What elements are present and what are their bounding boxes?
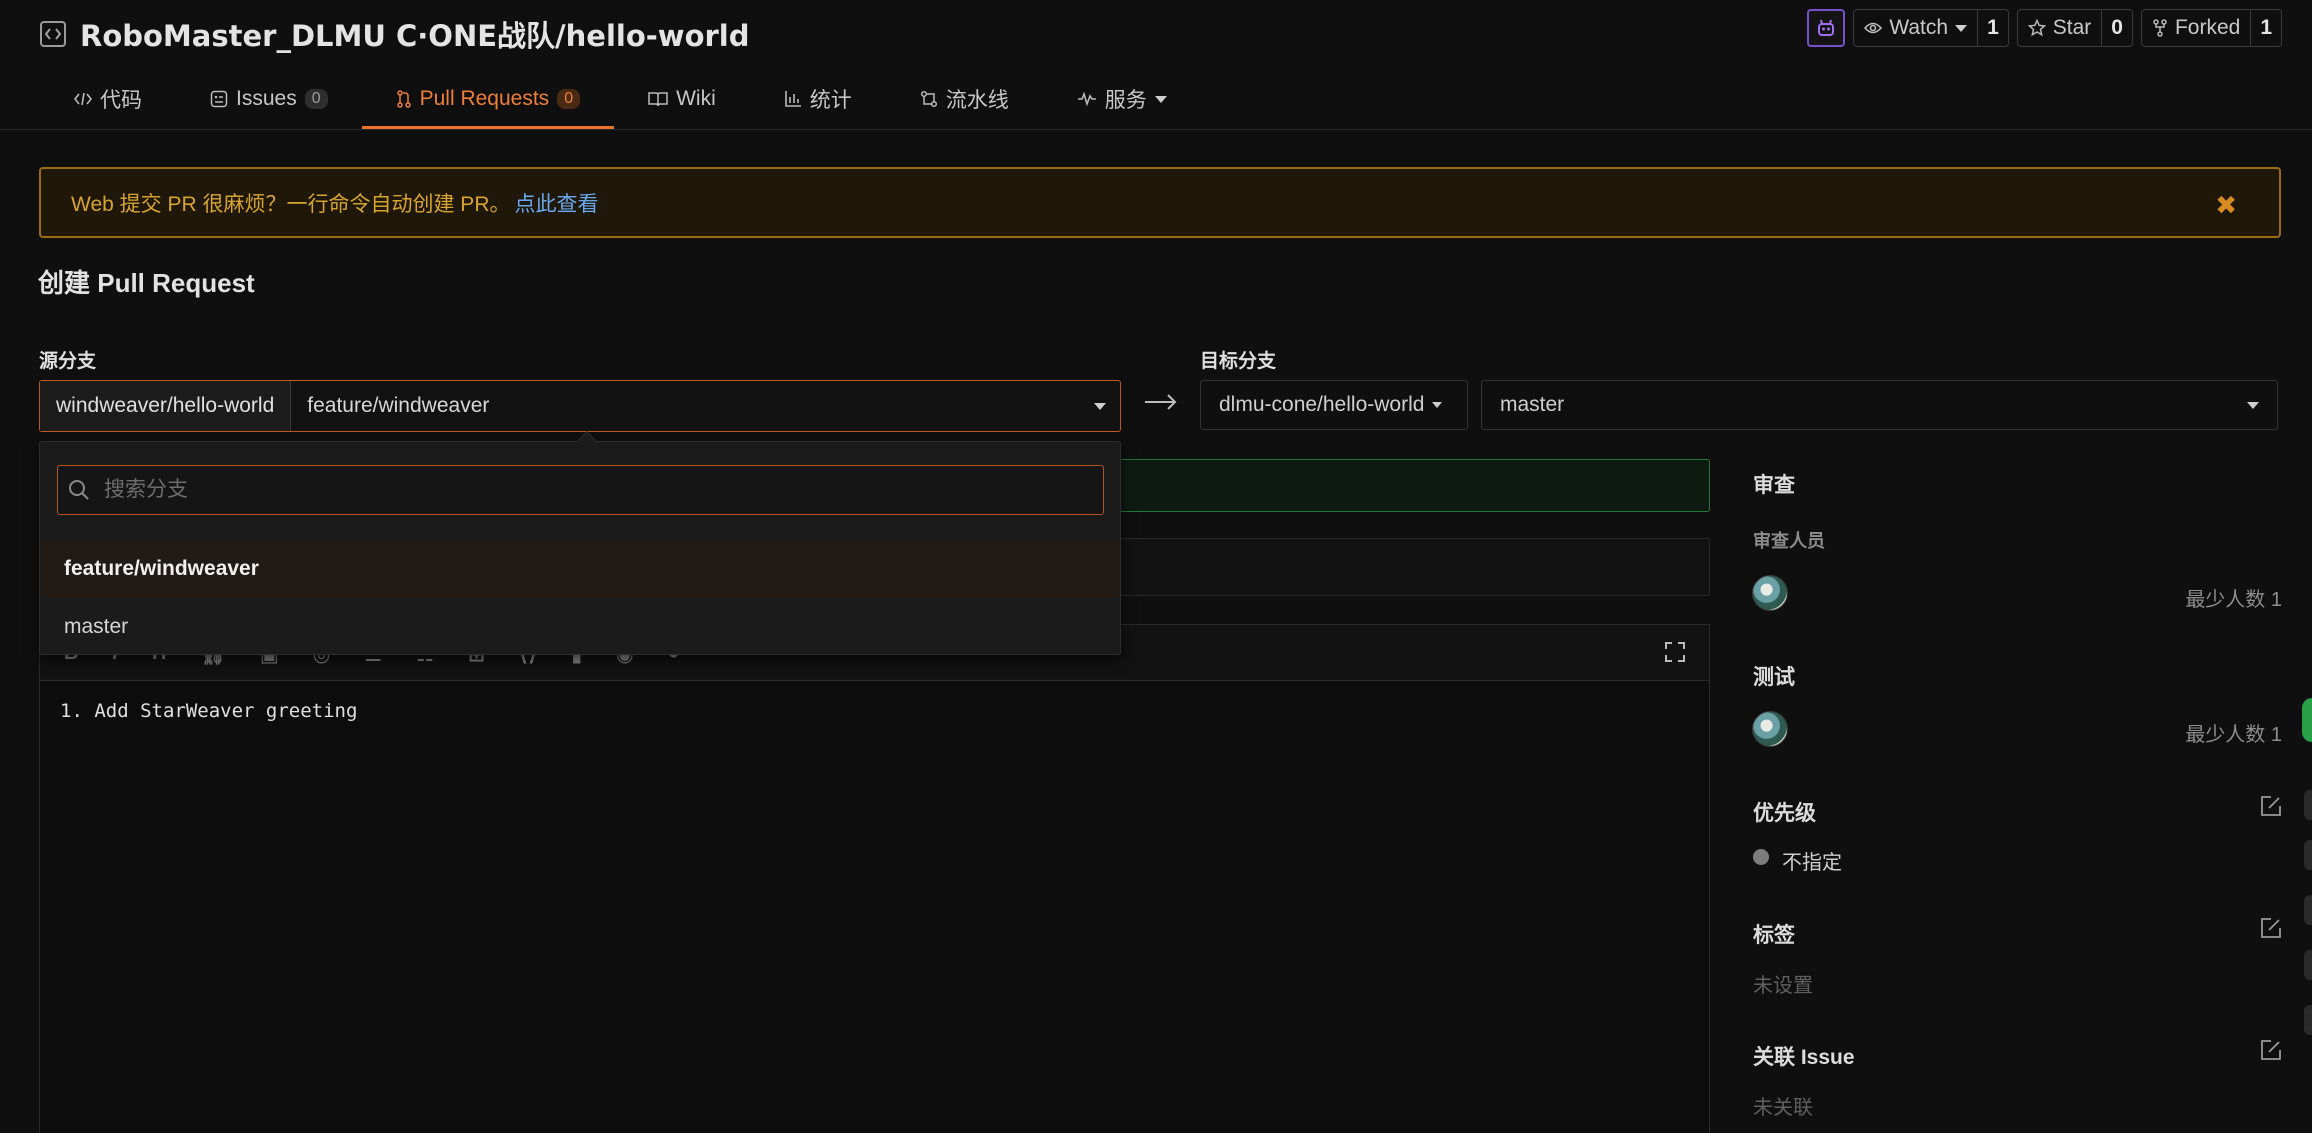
watch-count[interactable]: 1 bbox=[1977, 10, 2008, 46]
ai-assistant-button[interactable] bbox=[1807, 9, 1846, 47]
side-rail-item[interactable] bbox=[2304, 950, 2312, 980]
source-branch-selector[interactable]: windweaver/hello-world feature/windweave… bbox=[39, 380, 1121, 432]
repo-header: RoboMaster_DLMU C·ONE战队/hello-world bbox=[40, 14, 750, 54]
branch-option-master[interactable]: master bbox=[40, 598, 1120, 656]
fork-icon bbox=[2153, 19, 2167, 37]
tab-services[interactable]: 服务 bbox=[1043, 68, 1201, 130]
book-icon bbox=[648, 92, 668, 107]
side-rail-item[interactable] bbox=[2304, 895, 2312, 925]
eye-icon bbox=[1864, 22, 1883, 34]
edit-linked-issue-icon[interactable] bbox=[2260, 1039, 2282, 1061]
code-repo-icon bbox=[40, 21, 66, 47]
watch-button[interactable]: Watch 1 bbox=[1853, 9, 2009, 47]
branch-search-field[interactable] bbox=[57, 465, 1104, 515]
star-count[interactable]: 0 bbox=[2101, 10, 2132, 46]
reviewers-label: 审查人员 bbox=[1753, 531, 1825, 551]
close-icon[interactable]: ✖ bbox=[2215, 190, 2237, 221]
tester-min-count: 最少人数 1 bbox=[2185, 724, 2282, 746]
robot-icon bbox=[1818, 19, 1835, 36]
branch-option-feature-windweaver[interactable]: feature/windweaver bbox=[40, 540, 1120, 598]
chevron-down-icon bbox=[1154, 95, 1167, 103]
source-branch-label: 源分支 bbox=[39, 351, 97, 372]
linked-issue-value: 未关联 bbox=[1753, 1097, 1813, 1119]
tab-pipeline[interactable]: 流水线 bbox=[886, 68, 1043, 130]
target-branch-label: 目标分支 bbox=[1200, 351, 1277, 372]
reviewer-min-count: 最少人数 1 bbox=[2185, 589, 2282, 611]
side-rail-item[interactable] bbox=[2304, 790, 2312, 820]
tab-stats[interactable]: 统计 bbox=[750, 68, 886, 130]
banner-link[interactable]: 点此查看 bbox=[514, 188, 598, 218]
forked-label: Forked bbox=[2174, 16, 2241, 39]
tab-label: Pull Requests bbox=[419, 87, 550, 110]
fullscreen-icon[interactable] bbox=[1665, 642, 1685, 662]
labels-title: 标签 bbox=[1753, 924, 1795, 947]
test-title: 测试 bbox=[1753, 666, 1795, 689]
header-divider bbox=[0, 129, 2312, 130]
tab-label: Issues bbox=[236, 87, 297, 110]
search-icon bbox=[69, 480, 89, 500]
tab-pull-requests[interactable]: Pull Requests 0 bbox=[361, 68, 615, 130]
tab-wiki[interactable]: Wiki bbox=[614, 68, 750, 130]
star-label: Star bbox=[2052, 16, 2092, 39]
tab-issues[interactable]: Issues 0 bbox=[176, 68, 362, 130]
tab-label: 代码 bbox=[100, 89, 142, 112]
watch-label: Watch bbox=[1889, 16, 1949, 39]
edit-priority-icon[interactable] bbox=[2260, 795, 2282, 817]
branch-search-input[interactable] bbox=[104, 478, 1004, 502]
fork-button[interactable]: Forked 1 bbox=[2140, 9, 2282, 47]
pr-count-badge: 0 bbox=[557, 89, 581, 109]
side-rail-item[interactable] bbox=[2304, 840, 2312, 870]
pull-request-icon bbox=[396, 90, 411, 108]
tab-label: 统计 bbox=[809, 89, 852, 112]
repo-actions: Watch 1 Star 0 Forked 1 bbox=[1807, 9, 2282, 47]
pulse-icon bbox=[1077, 92, 1096, 106]
target-repo-value: dlmu-cone/hello-world bbox=[1219, 393, 1425, 416]
issues-count-badge: 0 bbox=[304, 89, 328, 109]
chevron-down-icon bbox=[1094, 403, 1106, 410]
tab-code[interactable]: 代码 bbox=[40, 68, 176, 130]
cli-tip-banner: Web 提交 PR 很麻烦？一行命令自动创建 PR。 点此查看 ✖ bbox=[39, 167, 2281, 238]
linked-issue-title: 关联 Issue bbox=[1753, 1046, 1855, 1069]
chevron-down-icon bbox=[2247, 402, 2259, 409]
tab-label: Wiki bbox=[676, 87, 716, 110]
side-rail-item[interactable] bbox=[2304, 1005, 2312, 1035]
code-icon bbox=[74, 92, 92, 106]
star-icon bbox=[2027, 19, 2046, 37]
floating-status-indicator[interactable] bbox=[2302, 698, 2312, 742]
repo-title[interactable]: RoboMaster_DLMU C·ONE战队/hello-world bbox=[80, 13, 750, 55]
page-title: 创建 Pull Request bbox=[38, 268, 255, 298]
target-branch-select[interactable]: master bbox=[1481, 380, 2278, 430]
banner-text: Web 提交 PR 很麻烦？一行命令自动创建 PR。 bbox=[71, 192, 511, 216]
pipeline-icon bbox=[920, 90, 937, 108]
repo-tabs: 代码 Issues 0 Pull Requests 0 Wiki 统计 流水线 … bbox=[40, 68, 1201, 130]
bar-chart-icon bbox=[784, 91, 801, 107]
edit-labels-icon[interactable] bbox=[2260, 917, 2282, 939]
issue-icon bbox=[210, 90, 228, 108]
tab-label: 流水线 bbox=[945, 89, 1009, 112]
star-button[interactable]: Star 0 bbox=[2016, 9, 2133, 47]
source-branch-value: feature/windweaver bbox=[307, 394, 490, 417]
arrow-right-icon bbox=[1144, 393, 1178, 411]
chevron-down-icon bbox=[1432, 402, 1443, 408]
target-branch-value: master bbox=[1500, 393, 1565, 416]
editor-content[interactable]: 1. Add StarWeaver greeting bbox=[60, 700, 357, 722]
priority-dot bbox=[1753, 849, 1769, 865]
priority-title: 优先级 bbox=[1753, 802, 1816, 825]
review-title: 审查 bbox=[1753, 474, 1795, 497]
target-repo-select[interactable]: dlmu-cone/hello-world bbox=[1200, 380, 1468, 430]
avatar[interactable] bbox=[1752, 711, 1788, 747]
priority-value: 不指定 bbox=[1782, 852, 1842, 874]
source-branch-select[interactable]: feature/windweaver bbox=[291, 381, 1120, 431]
source-repo[interactable]: windweaver/hello-world bbox=[40, 381, 292, 431]
avatar[interactable] bbox=[1752, 575, 1788, 611]
tab-label: 服务 bbox=[1104, 89, 1147, 112]
forked-count[interactable]: 1 bbox=[2250, 10, 2281, 46]
labels-value: 未设置 bbox=[1753, 975, 1813, 997]
chevron-down-icon bbox=[1955, 24, 1968, 32]
